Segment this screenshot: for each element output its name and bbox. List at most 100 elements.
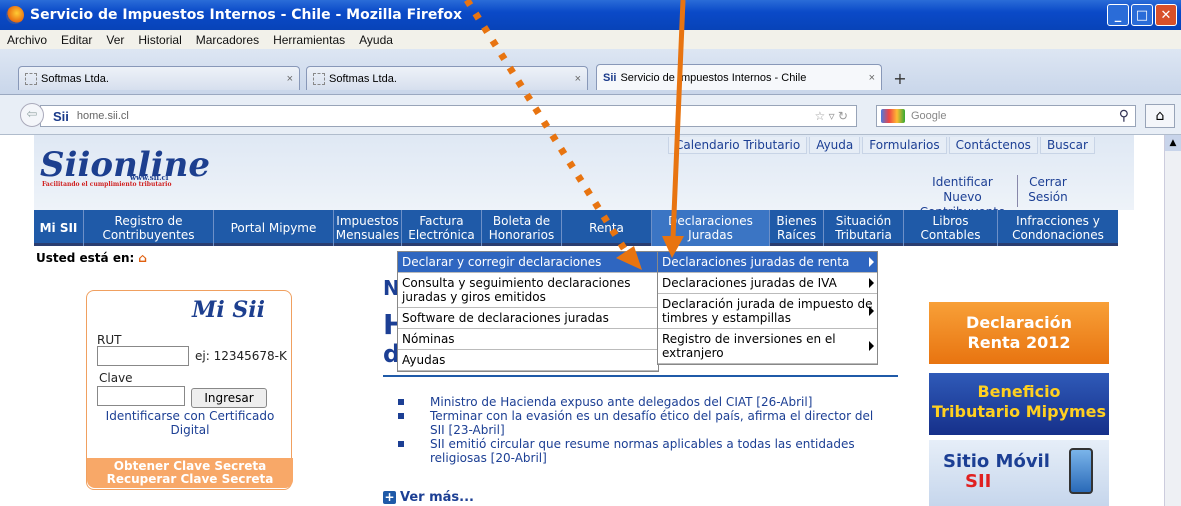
firefox-icon bbox=[6, 6, 24, 24]
login-button[interactable]: Ingresar bbox=[191, 388, 267, 408]
divider bbox=[1017, 175, 1018, 207]
nav-impuestos-mensuales[interactable]: Impuestos Mensuales bbox=[334, 210, 402, 246]
search-field[interactable]: Google ⚲ bbox=[876, 105, 1136, 127]
tab-sii[interactable]: Sii Servicio de Impuestos Internos - Chi… bbox=[596, 64, 882, 90]
login-box: Mi Sii RUT ej: 12345678-K Clave Ingresar… bbox=[86, 290, 293, 490]
nav-situacion-tributaria[interactable]: Situación Tributaria bbox=[824, 210, 904, 246]
submenu-item-renta[interactable]: Declaraciones juradas de renta bbox=[658, 252, 877, 273]
menu-item-consulta[interactable]: Consulta y seguimiento declaraciones jur… bbox=[398, 273, 658, 308]
news-item[interactable]: Ministro de Hacienda expuso ante delegad… bbox=[390, 395, 880, 409]
submenu-arrow-icon bbox=[869, 278, 874, 288]
home-button[interactable]: ⌂ bbox=[1145, 104, 1175, 128]
submenu-arrow-icon bbox=[869, 257, 874, 267]
logout-link[interactable]: Cerrar Sesión bbox=[1023, 175, 1073, 205]
rut-label: RUT bbox=[97, 333, 122, 347]
link-ayuda[interactable]: Ayuda bbox=[809, 137, 861, 154]
close-tab-icon[interactable]: × bbox=[575, 73, 581, 85]
url-bar[interactable]: Sii home.sii.cl ☆ ▿ ↻ bbox=[40, 105, 857, 127]
tab-label: Softmas Ltda. bbox=[329, 72, 397, 85]
link-buscar[interactable]: Buscar bbox=[1039, 137, 1095, 154]
password-input[interactable] bbox=[97, 386, 185, 406]
top-links: Calendario Tributario Ayuda Formularios … bbox=[668, 137, 1097, 154]
home-icon[interactable]: ⌂ bbox=[138, 251, 147, 265]
page-content: Siionline www.sii.cl Facilitando el cump… bbox=[0, 135, 1164, 506]
menu-item-software[interactable]: Software de declaraciones juradas bbox=[398, 308, 658, 329]
page-icon bbox=[313, 72, 325, 85]
link-calendario[interactable]: Calendario Tributario bbox=[668, 137, 808, 154]
news-item[interactable]: SII emitió circular que resume normas ap… bbox=[390, 437, 880, 465]
search-icon[interactable]: ⚲ bbox=[1119, 107, 1129, 124]
submenu-arrow-icon bbox=[869, 306, 874, 316]
certificate-link[interactable]: Identificarse con Certificado Digital bbox=[87, 409, 293, 437]
nav-infracciones[interactable]: Infracciones y Condonaciones bbox=[998, 210, 1118, 246]
nav-mi-sii[interactable]: Mi SII bbox=[34, 210, 84, 246]
new-tab-button[interactable]: + bbox=[888, 69, 912, 89]
mi-sii-logo: Mi Sii bbox=[192, 297, 265, 323]
sii-favicon: Sii bbox=[53, 108, 69, 124]
declaraciones-dropdown: Declarar y corregir declaraciones Consul… bbox=[397, 251, 659, 372]
banner-mipymes[interactable]: Beneficio Tributario Mipymes bbox=[929, 373, 1109, 435]
banner-sitio-movil[interactable]: Sitio Móvil SII bbox=[929, 440, 1109, 506]
declarar-submenu: Declaraciones juradas de renta Declaraci… bbox=[657, 251, 878, 365]
tab-label: Softmas Ltda. bbox=[41, 72, 109, 85]
nav-renta[interactable]: Renta bbox=[562, 210, 652, 246]
submenu-arrow-icon bbox=[869, 341, 874, 351]
nav-factura[interactable]: Factura Electrónica bbox=[402, 210, 482, 246]
news-divider bbox=[383, 375, 898, 377]
banner-renta[interactable]: Declaración Renta 2012 bbox=[929, 302, 1109, 364]
menu-item-nominas[interactable]: Nóminas bbox=[398, 329, 658, 350]
close-tab-icon[interactable]: × bbox=[869, 72, 875, 84]
menu-archivo[interactable]: Archivo bbox=[0, 33, 54, 47]
tab-softmas-2[interactable]: Softmas Ltda. × bbox=[306, 66, 588, 90]
menu-item-declarar[interactable]: Declarar y corregir declaraciones bbox=[398, 252, 658, 273]
navigation-toolbar: Sii home.sii.cl ☆ ▿ ↻ ⇦ Google ⚲ ⌂ bbox=[0, 95, 1181, 135]
breadcrumb: Usted está en: ⌂ bbox=[36, 251, 147, 265]
nav-boleta[interactable]: Boleta de Honorarios bbox=[482, 210, 562, 246]
sii-favicon: Sii bbox=[603, 71, 617, 84]
submenu-item-timbres[interactable]: Declaración jurada de impuesto de timbre… bbox=[658, 294, 877, 329]
back-button[interactable]: ⇦ bbox=[20, 103, 44, 127]
close-tab-icon[interactable]: × bbox=[287, 73, 293, 85]
search-placeholder: Google bbox=[911, 110, 947, 122]
rut-hint: ej: 12345678-K bbox=[195, 349, 287, 363]
clave-links: Obtener Clave Secreta Recuperar Clave Se… bbox=[87, 458, 293, 488]
submenu-item-iva[interactable]: Declaraciones juradas de IVA bbox=[658, 273, 877, 294]
menubar: Archivo Editar Ver Historial Marcadores … bbox=[0, 30, 1181, 49]
news-item[interactable]: Terminar con la evasión es un desafío ét… bbox=[390, 409, 880, 437]
tab-bar: Softmas Ltda. × Softmas Ltda. × Sii Serv… bbox=[0, 49, 1181, 95]
nav-portal-mipyme[interactable]: Portal Mipyme bbox=[214, 210, 334, 246]
maximize-button[interactable]: □ bbox=[1131, 4, 1153, 26]
menu-herramientas[interactable]: Herramientas bbox=[266, 33, 352, 47]
vertical-scrollbar[interactable]: ▲ bbox=[1164, 135, 1181, 506]
nav-libros-contables[interactable]: Libros Contables bbox=[904, 210, 998, 246]
menu-marcadores[interactable]: Marcadores bbox=[189, 33, 266, 47]
ver-mas-link[interactable]: + Ver más... bbox=[383, 490, 474, 505]
link-contactenos[interactable]: Contáctenos bbox=[948, 137, 1038, 154]
tab-label: Servicio de Impuestos Internos - Chile bbox=[620, 71, 807, 84]
submenu-item-inversiones[interactable]: Registro de inversiones en el extranjero bbox=[658, 329, 877, 364]
recuperar-clave-link[interactable]: Recuperar Clave Secreta bbox=[87, 473, 293, 486]
clave-label: Clave bbox=[99, 371, 133, 385]
nav-bienes-raices[interactable]: Bienes Raíces bbox=[770, 210, 824, 246]
menu-ayuda[interactable]: Ayuda bbox=[352, 33, 400, 47]
menu-historial[interactable]: Historial bbox=[131, 33, 188, 47]
scroll-up-icon[interactable]: ▲ bbox=[1165, 135, 1181, 151]
url-text: home.sii.cl bbox=[76, 110, 129, 122]
menu-editar[interactable]: Editar bbox=[54, 33, 99, 47]
link-formularios[interactable]: Formularios bbox=[862, 137, 947, 154]
tab-softmas-1[interactable]: Softmas Ltda. × bbox=[18, 66, 300, 90]
menu-ver[interactable]: Ver bbox=[99, 33, 131, 47]
news-list: Ministro de Hacienda expuso ante delegad… bbox=[390, 395, 880, 465]
google-icon bbox=[881, 109, 905, 123]
window-titlebar: Servicio de Impuestos Internos - Chile -… bbox=[0, 0, 1181, 30]
menu-item-ayudas[interactable]: Ayudas bbox=[398, 350, 658, 371]
minimize-button[interactable]: _ bbox=[1107, 4, 1129, 26]
nav-registro[interactable]: Registro de Contribuyentes bbox=[84, 210, 214, 246]
nav-declaraciones-juradas[interactable]: Declaraciones Juradas bbox=[652, 210, 770, 246]
bookmark-star-icon[interactable]: ☆ ▿ ↻ bbox=[814, 109, 848, 123]
page-icon bbox=[25, 72, 37, 85]
sii-online-logo[interactable]: Siionline www.sii.cl Facilitando el cump… bbox=[40, 145, 210, 188]
window-title: Servicio de Impuestos Internos - Chile -… bbox=[30, 7, 463, 23]
close-window-button[interactable]: ✕ bbox=[1155, 4, 1177, 26]
rut-input[interactable] bbox=[97, 346, 189, 366]
